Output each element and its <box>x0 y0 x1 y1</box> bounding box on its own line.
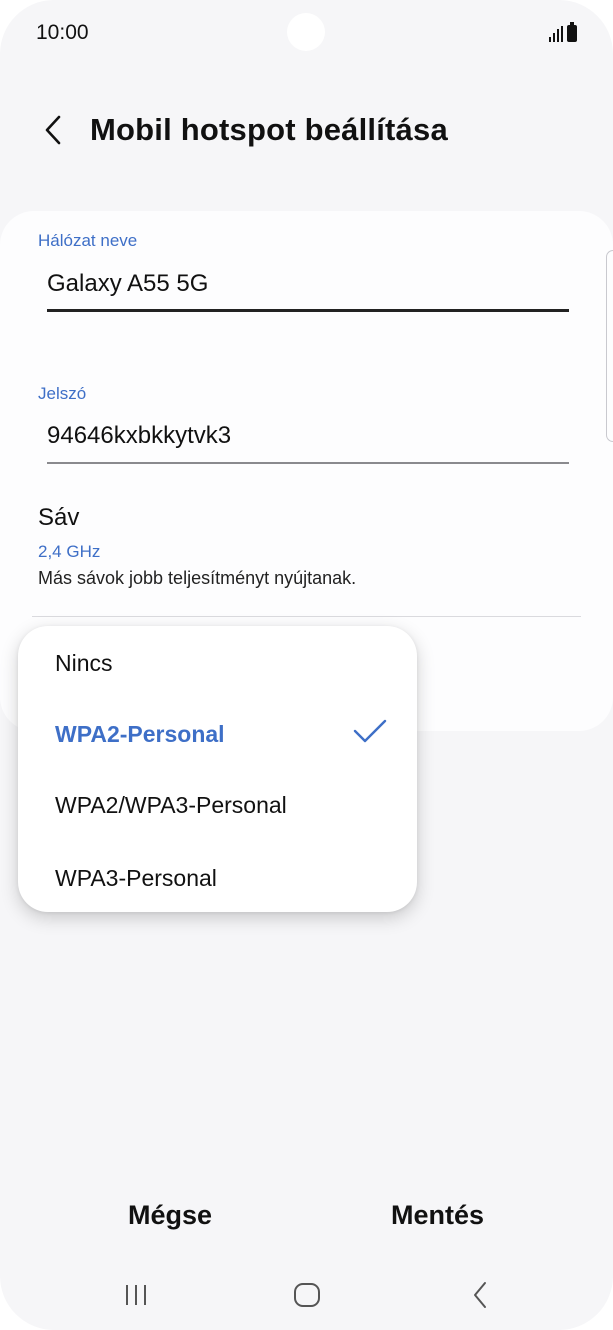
network-name-label: Hálózat neve <box>38 231 138 250</box>
save-button[interactable]: Mentés <box>391 1200 484 1231</box>
back-button[interactable] <box>38 112 68 148</box>
signal-icon <box>549 26 563 42</box>
option-nincs[interactable]: Nincs <box>18 626 417 698</box>
option-wpa2-wpa3-personal[interactable]: WPA2/WPA3-Personal <box>18 770 417 842</box>
option-wpa3-personal[interactable]: WPA3-Personal <box>18 842 417 914</box>
phone-screen: 10:00 Mobil hotspot beállítása Hálózat n… <box>0 0 613 1330</box>
home-icon <box>294 1283 320 1307</box>
band-title: Sáv <box>38 504 80 531</box>
cancel-button[interactable]: Mégse <box>128 1200 212 1231</box>
divider <box>32 616 581 617</box>
app-header: Mobil hotspot beállítása <box>0 108 613 152</box>
band-value: 2,4 GHz <box>38 542 101 561</box>
battery-icon <box>567 22 577 42</box>
band-hint: Más sávok jobb teljesítményt nyújtanak. <box>38 568 357 588</box>
status-time: 10:00 <box>36 21 89 44</box>
option-label: WPA3-Personal <box>55 865 217 891</box>
password-label: Jelszó <box>38 384 87 403</box>
home-button[interactable] <box>282 1278 332 1312</box>
chevron-left-icon <box>45 115 61 145</box>
password-underline <box>47 462 569 464</box>
recent-apps-button[interactable] <box>111 1278 161 1312</box>
network-name-input[interactable]: Galaxy A55 5G <box>47 270 208 298</box>
option-wpa2-personal[interactable]: WPA2-Personal <box>18 698 417 770</box>
status-icons <box>549 22 577 42</box>
checkmark-icon <box>353 719 387 743</box>
option-label: WPA2-Personal <box>55 721 225 747</box>
security-dropdown: Nincs WPA2-Personal WPA2/WPA3-Personal W… <box>18 626 417 912</box>
status-bar: 10:00 <box>0 0 613 70</box>
page-title: Mobil hotspot beállítása <box>90 112 448 147</box>
scroll-indicator[interactable] <box>606 250 613 442</box>
recent-apps-icon <box>126 1285 146 1305</box>
front-camera <box>287 13 325 51</box>
password-input[interactable]: 94646kxbkkytvk3 <box>47 422 231 450</box>
network-name-underline <box>47 309 569 312</box>
back-icon <box>474 1282 486 1308</box>
option-label: WPA2/WPA3-Personal <box>55 792 287 818</box>
option-label: Nincs <box>55 650 113 676</box>
nav-back-button[interactable] <box>455 1278 505 1312</box>
navigation-bar <box>0 1270 613 1320</box>
